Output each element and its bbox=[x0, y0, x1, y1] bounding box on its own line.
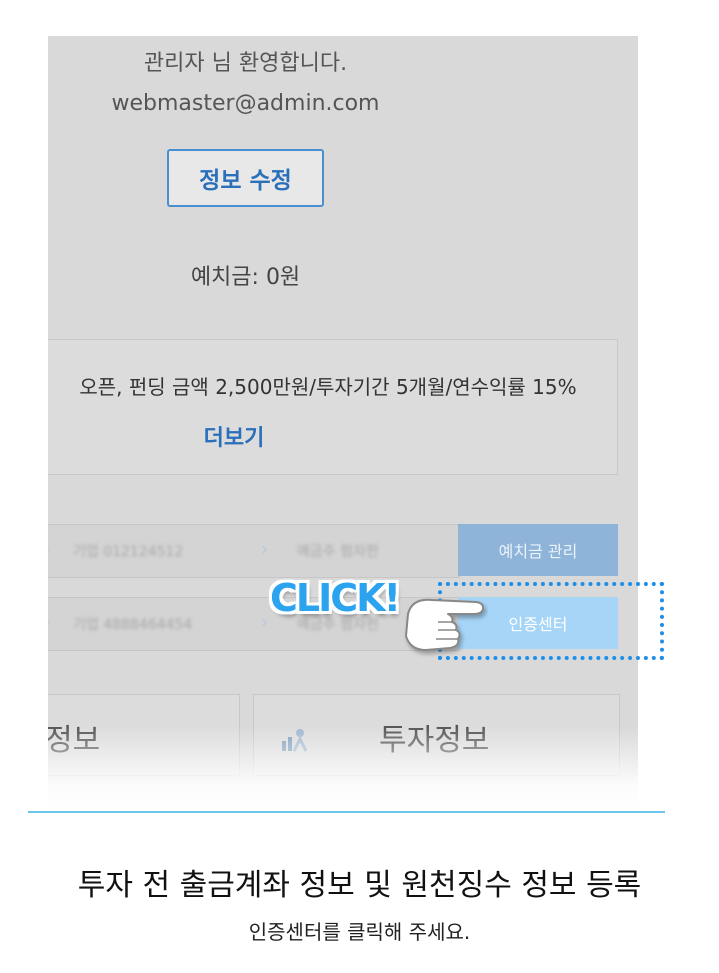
deposit-balance: 예치금: 0원 bbox=[190, 265, 301, 290]
notice-box: 오픈, 펀딩 금액 2,500만원/투자기간 5개월/연수익률 15% 더보기 bbox=[48, 339, 618, 475]
chevron-right-icon: › bbox=[48, 539, 50, 560]
edit-profile-button[interactable]: 정보 수정 bbox=[167, 149, 324, 207]
footer-title: 투자 전 출금계좌 정보 및 원천징수 정보 등록 bbox=[77, 868, 642, 903]
account-holder: 예금주 펌자펀 bbox=[297, 544, 379, 560]
account-number: 기업 012124512 bbox=[73, 544, 184, 560]
click-callout: CLICK! bbox=[270, 576, 401, 620]
divider bbox=[28, 811, 665, 813]
chevron-right-icon: › bbox=[261, 612, 269, 633]
chevron-right-icon: › bbox=[48, 612, 50, 633]
app-screenshot-panel: 관리자 님 환영합니다. webmaster@admin.com 정보 수정 예… bbox=[48, 36, 638, 811]
deposit-manage-button[interactable]: 예치금 관리 bbox=[458, 524, 618, 576]
account-number: 기업 4888464454 bbox=[73, 617, 193, 633]
chevron-right-icon: › bbox=[261, 539, 269, 560]
pointing-hand-icon bbox=[405, 598, 485, 651]
notice-text: 오픈, 펀딩 금액 2,500만원/투자기간 5개월/연수익률 15% bbox=[79, 375, 577, 399]
footer-subtitle: 인증센터를 클릭해 주세요. bbox=[248, 920, 471, 944]
account-row: › 기업 012124512 › 예금주 펌자펀 bbox=[48, 524, 460, 578]
bottom-fade bbox=[48, 726, 638, 811]
welcome-text: 관리자 님 환영합니다. bbox=[143, 51, 348, 76]
user-email: webmaster@admin.com bbox=[111, 91, 380, 116]
more-link[interactable]: 더보기 bbox=[48, 420, 439, 452]
